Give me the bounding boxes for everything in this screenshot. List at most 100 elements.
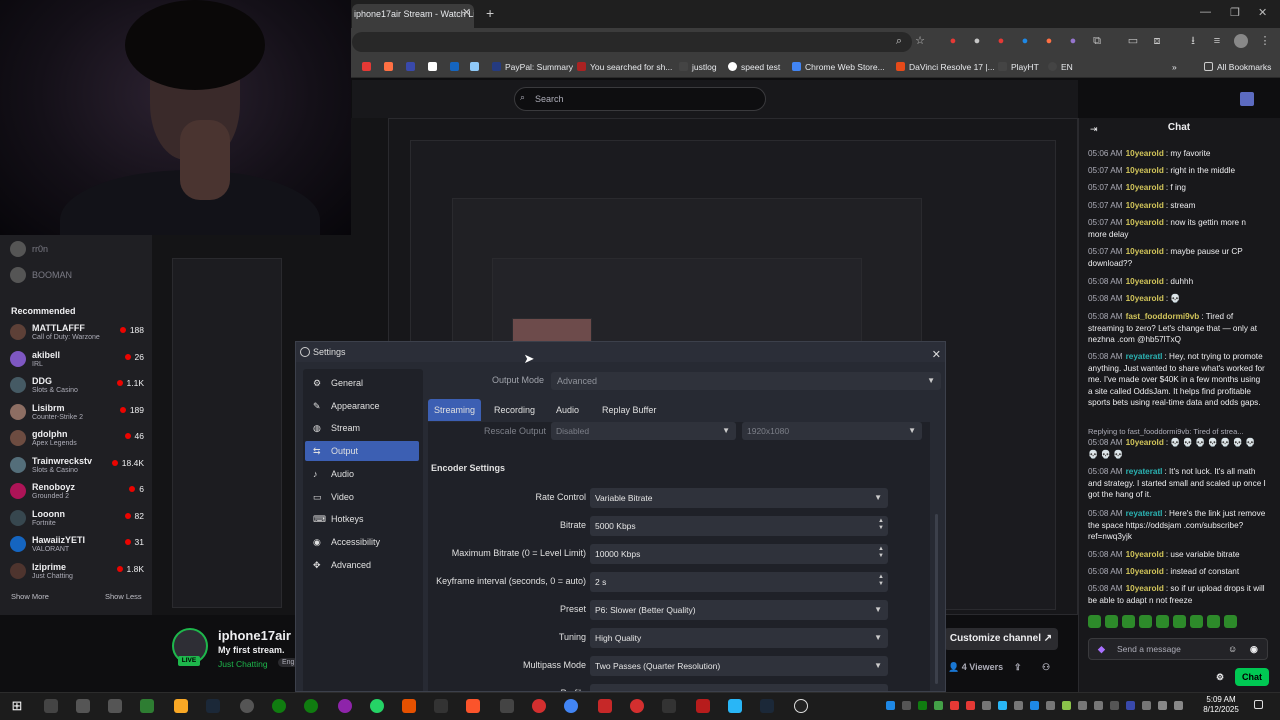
bookmark-davinci[interactable]: DaVinci Resolve 17 |... [896, 60, 995, 74]
nav-accessibility[interactable]: ◉ Accessibility [305, 532, 419, 552]
taskbar-app-icon[interactable] [500, 699, 514, 713]
chat-username[interactable]: 10yearold [1126, 183, 1164, 192]
nav-audio[interactable]: ♪ Audio [305, 464, 419, 484]
taskbar-app-icon[interactable] [338, 699, 352, 713]
extension-icon[interactable]: ● [1042, 34, 1056, 48]
bluetooth-icon[interactable] [1030, 701, 1039, 710]
chat-username[interactable]: 10yearold [1126, 294, 1164, 303]
xbox-icon[interactable] [272, 699, 286, 713]
emote-icon[interactable] [1088, 615, 1101, 628]
tray-icon[interactable] [966, 701, 975, 710]
nav-output[interactable]: ⇆ Output [305, 441, 419, 462]
show-more-link[interactable]: Show More [11, 592, 49, 601]
extension-icon[interactable]: ● [970, 34, 984, 48]
taskbar-clock[interactable]: 5:09 AM 8/12/2025 [1200, 695, 1242, 715]
tray-icon[interactable] [1014, 701, 1023, 710]
bookmark-en[interactable]: EN [1048, 60, 1073, 74]
spin-arrows-icon[interactable]: ▲ ▼ [878, 518, 884, 532]
bookmark-paypal[interactable]: PayPal: Summary [492, 60, 573, 74]
star-icon[interactable]: ☆ [913, 34, 927, 48]
sidebar-channel[interactable]: HawaiizYETI VALORANT 31 [10, 533, 146, 557]
emote-icon[interactable] [1207, 615, 1220, 628]
chat-username[interactable]: 10yearold [1126, 567, 1164, 576]
sidebar-channel[interactable]: MATTLAFFF Call of Duty: Warzone 188 [10, 321, 146, 345]
bookmark-app-icon[interactable] [450, 60, 463, 74]
menu-kebab-icon[interactable]: ⋮ [1258, 34, 1272, 48]
select-field[interactable]: high▼ [590, 684, 888, 691]
sidebar-channel[interactable]: DDG Slots & Casino 1.1K [10, 374, 146, 398]
bookmark-search[interactable]: You searched for sh... [577, 60, 672, 74]
tray-icon[interactable] [1142, 701, 1151, 710]
pane-scrollbar[interactable] [935, 514, 938, 684]
gmail-icon[interactable] [428, 60, 441, 74]
tray-icon[interactable] [982, 701, 991, 710]
minimize-icon[interactable]: — [1200, 6, 1211, 18]
extension-icon[interactable]: ● [994, 34, 1008, 48]
taskbar-app-icon[interactable] [44, 699, 58, 713]
user-menu-avatar[interactable] [1240, 92, 1254, 106]
brave-icon[interactable] [466, 699, 480, 713]
sidepanel-icon[interactable]: ▭ [1126, 34, 1140, 48]
chat-send-button[interactable]: Chat [1235, 668, 1269, 686]
tray-icon[interactable] [1094, 701, 1103, 710]
emoji-icon[interactable]: ◉ [1250, 644, 1258, 655]
chat-username[interactable]: reyateratl [1126, 352, 1163, 361]
tray-icon[interactable] [1110, 701, 1119, 710]
sidebar-channel[interactable]: Looonn Fortnite 82 [10, 507, 146, 531]
tray-icon[interactable] [902, 701, 911, 710]
close-icon[interactable]: ✕ [932, 345, 941, 365]
chat-username[interactable]: 10yearold [1126, 247, 1164, 256]
tab-audio[interactable]: Audio [550, 399, 585, 421]
sidebar-channel[interactable]: gdolphn Apex Legends 46 [10, 427, 146, 451]
emote-icon[interactable] [1224, 615, 1237, 628]
taskbar-app-icon[interactable] [598, 699, 612, 713]
taskbar-app-icon[interactable] [696, 699, 710, 713]
extension-red-icon[interactable]: ● [946, 34, 960, 48]
select-field[interactable]: P6: Slower (Better Quality) ▼ [590, 600, 888, 620]
reading-list-icon[interactable]: ≡ [1210, 34, 1224, 48]
taskbar-app-icon[interactable] [240, 699, 254, 713]
tray-icon[interactable] [934, 701, 943, 710]
tray-icon[interactable] [998, 701, 1007, 710]
chat-username[interactable]: 10yearold [1126, 550, 1164, 559]
tray-icon[interactable] [1078, 701, 1087, 710]
channel-name[interactable]: iphone17air [218, 628, 291, 643]
sidebar-offline-channel[interactable]: rr0n [10, 238, 146, 262]
chat-username[interactable]: reyateratl [1126, 509, 1163, 518]
all-bookmarks[interactable]: All Bookmarks [1204, 60, 1271, 74]
taskbar-app-icon[interactable] [728, 699, 742, 713]
spinbox-field[interactable]: 10000 Kbps ▲ ▼ [590, 544, 888, 564]
spinbox-field[interactable]: 2 s ▲ ▼ [590, 572, 888, 592]
bookmark-app-icon[interactable] [384, 60, 397, 74]
sidebar-offline-channel[interactable]: BOOMAN [10, 264, 146, 288]
spinbox-field[interactable]: 5000 Kbps ▲ ▼ [590, 516, 888, 536]
taskbar-app-icon[interactable] [402, 699, 416, 713]
emote-icon[interactable] [1122, 615, 1135, 628]
chat-username[interactable]: 10yearold [1126, 201, 1164, 210]
emote-icon[interactable] [1156, 615, 1169, 628]
bookmark-playht[interactable]: PlayHT [998, 60, 1039, 74]
output-mode-select[interactable]: Advanced ▼ [551, 372, 941, 390]
stream-category[interactable]: Just Chatting [218, 659, 268, 669]
epic-games-icon[interactable] [662, 699, 676, 713]
bookmark-app-icon[interactable] [406, 60, 419, 74]
customize-channel-button[interactable]: Customize channel ↗ [944, 628, 1058, 650]
dialog-titlebar[interactable]: Settings ✕ [296, 342, 945, 365]
chat-settings-icon[interactable]: ⚙ [1216, 672, 1224, 683]
whatsapp-icon[interactable] [370, 699, 384, 713]
taskbar-app-icon[interactable] [434, 699, 448, 713]
download-icon[interactable]: ⭳ [1186, 34, 1200, 48]
bookmark-speedtest[interactable]: speed test [728, 60, 780, 74]
share-icon[interactable]: ⇪ [1014, 662, 1022, 673]
chat-username[interactable]: 10yearold [1126, 149, 1164, 158]
chat-username[interactable]: 10yearold [1126, 584, 1164, 593]
extension-icon[interactable]: ● [1066, 34, 1080, 48]
emote-picker-icon[interactable]: ☺ [1228, 644, 1237, 654]
puzzle-icon[interactable]: ⧉ [1090, 34, 1104, 48]
windows-start-icon[interactable]: ⊞ [10, 699, 24, 713]
tab-close-icon[interactable]: ✕ [462, 6, 471, 19]
xbox-icon[interactable] [304, 699, 318, 713]
emote-icon[interactable] [1190, 615, 1203, 628]
new-tab-button[interactable]: + [486, 5, 494, 21]
nav-appearance[interactable]: ✎ Appearance [305, 396, 419, 416]
